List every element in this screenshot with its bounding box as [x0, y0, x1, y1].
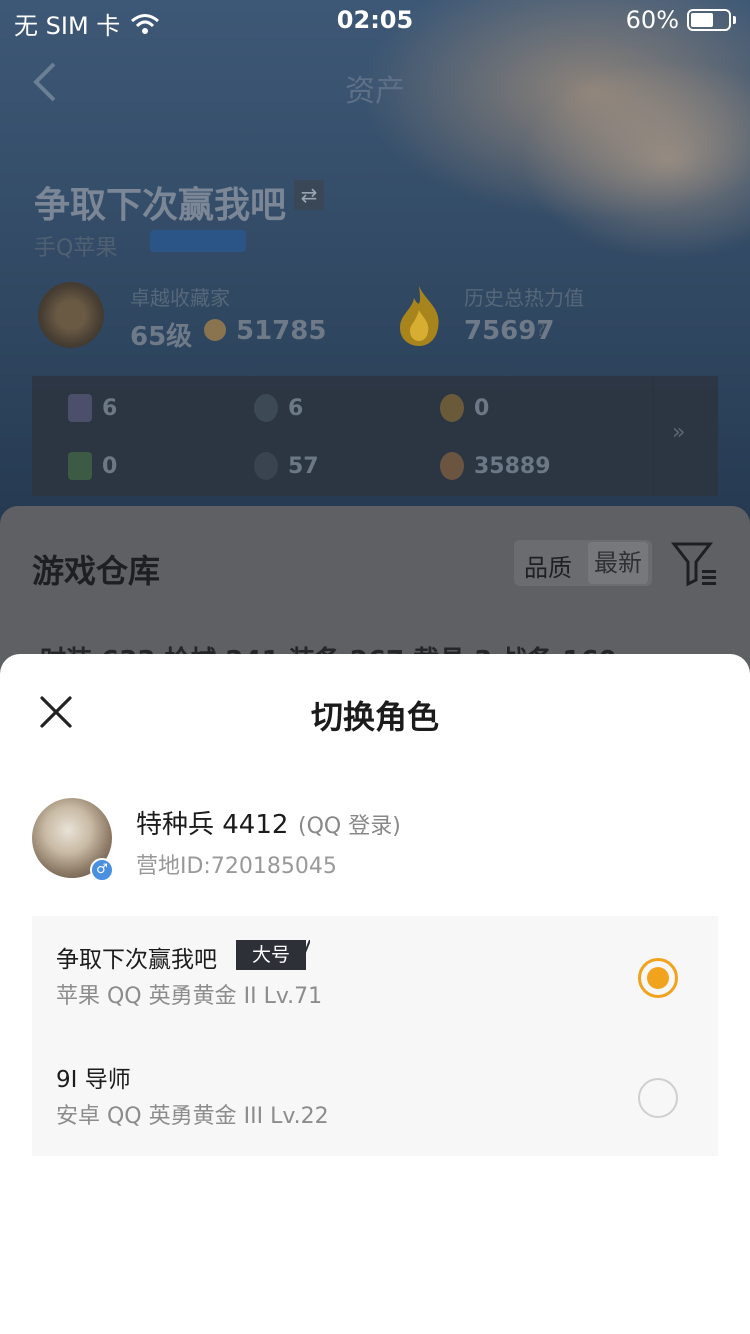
role-info: 苹果 QQ 英勇黄金 II Lv.71	[56, 984, 323, 1009]
warehouse-title: 游戏仓库	[32, 552, 161, 590]
user-name: 特种兵 4412	[136, 810, 289, 840]
coin-a-icon	[440, 394, 464, 422]
platform-link[interactable]	[150, 230, 246, 252]
camp-id: 营地ID:720185045	[136, 854, 337, 879]
flame-icon	[400, 286, 439, 346]
resource-panel: 6 6 0 0 57 35889 »	[32, 376, 718, 496]
sort-quality-button[interactable]: 品质	[524, 548, 572, 583]
swap-role-icon[interactable]: ⇄	[294, 180, 324, 210]
collector-level: 65级	[130, 322, 193, 352]
resource-item: 0	[440, 394, 489, 422]
coin-s-icon	[254, 394, 278, 422]
role-radio-selected[interactable]	[638, 958, 678, 998]
platform-label: 手Q苹果	[34, 236, 118, 261]
collector-badge-icon	[38, 282, 104, 348]
sheet-title: 切换角色	[310, 698, 439, 736]
heat-label: 历史总热力值	[464, 286, 584, 310]
switch-role-sheet: 切换角色 ♂ 特种兵 4412 (QQ 登录) 营地ID:720185045 争…	[0, 654, 750, 1334]
tag-slash-decoration	[290, 940, 310, 970]
resource-item: 57	[254, 452, 319, 480]
role-name: 争取下次赢我吧	[56, 947, 217, 973]
card-icon	[68, 394, 92, 422]
collector-label: 卓越收藏家	[130, 286, 230, 310]
status-bar: 无 SIM 卡 02:05 60%	[0, 0, 750, 40]
coin-count: 51785	[236, 316, 327, 346]
role-list: 争取下次赢我吧 大号 苹果 QQ 英勇黄金 II Lv.71 9I 导师 安卓 …	[32, 916, 718, 1156]
role-row[interactable]: 争取下次赢我吧 大号 苹果 QQ 英勇黄金 II Lv.71	[32, 916, 718, 1036]
male-icon: ♂	[90, 858, 114, 882]
sort-newest-button[interactable]: 最新	[588, 542, 648, 584]
role-row[interactable]: 9I 导师 安卓 QQ 英勇黄金 III Lv.22	[32, 1036, 718, 1156]
bronze-coin-icon	[440, 452, 464, 480]
resource-item: 0	[68, 452, 117, 480]
resource-item: 6	[254, 394, 303, 422]
battery-icon	[687, 9, 731, 31]
divider	[652, 376, 654, 496]
more-resources-button[interactable]: »	[672, 420, 685, 445]
role-info: 安卓 QQ 英勇黄金 III Lv.22	[56, 1104, 329, 1129]
coin-icon	[204, 319, 226, 341]
sort-toggle: 品质 最新	[514, 540, 652, 586]
login-type: (QQ 登录)	[298, 814, 401, 839]
orb-icon	[254, 452, 278, 480]
filter-icon[interactable]	[670, 540, 718, 588]
battery-percent: 60%	[625, 6, 679, 34]
help-icon[interactable]: ?	[536, 320, 546, 341]
role-name: 9I 导师	[56, 1067, 131, 1093]
resource-item: 6	[68, 394, 117, 422]
page-title: 资产	[345, 74, 405, 109]
resource-item: 35889	[440, 452, 551, 480]
role-radio-unselected[interactable]	[638, 1078, 678, 1118]
green-card-icon	[68, 452, 92, 480]
current-role-name: 争取下次赢我吧	[34, 185, 287, 226]
